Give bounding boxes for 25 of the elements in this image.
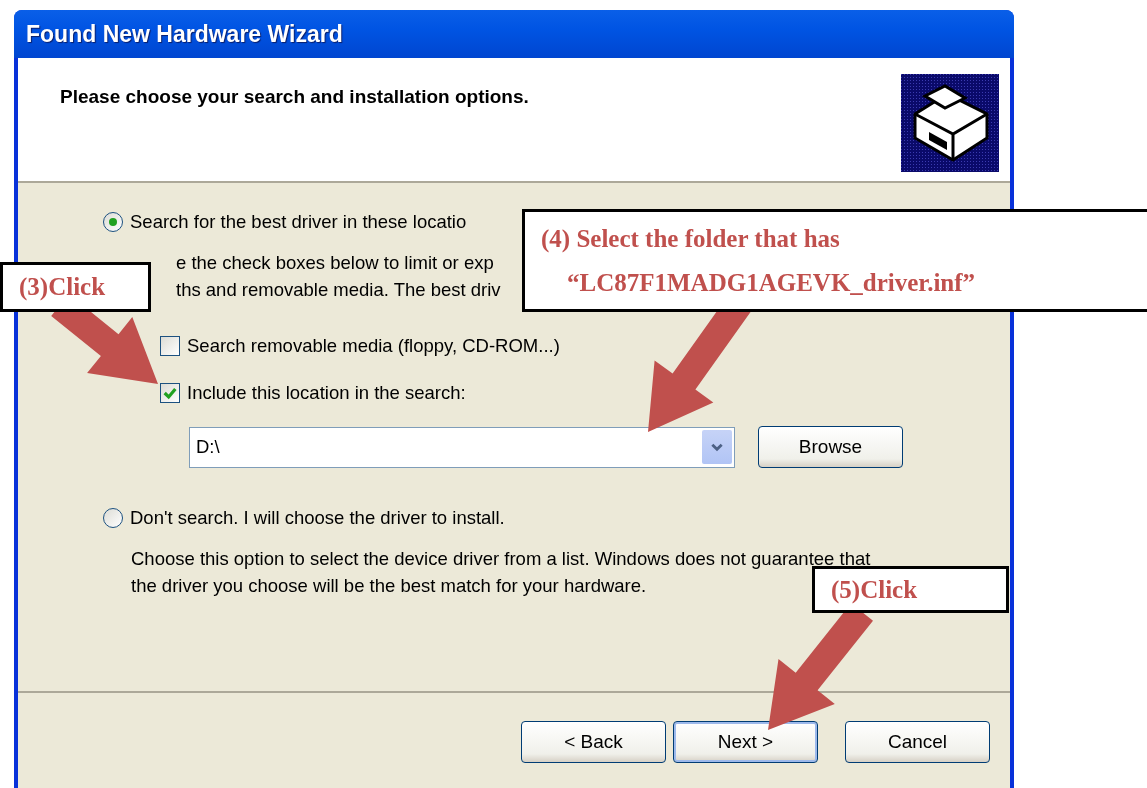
callout-text: (3)Click	[19, 272, 106, 303]
location-combobox[interactable]: D:\	[189, 426, 735, 468]
radio-button[interactable]	[103, 212, 123, 232]
checkbox[interactable]	[160, 383, 180, 403]
callout-text: (5)Click	[831, 574, 918, 606]
radio-label[interactable]: Search for the best driver in these locatio	[130, 211, 467, 233]
radio-button[interactable]	[103, 508, 123, 528]
wizard-button[interactable]: Next >	[673, 721, 818, 763]
browse-button[interactable]: Browse	[758, 426, 903, 468]
callout-text: (4) Select the folder that has	[541, 223, 840, 255]
description-text: Choose this option to select the device driver from a list. Windows does not guarantee that	[131, 547, 871, 571]
dropdown-button[interactable]	[702, 430, 732, 464]
wizard-button[interactable]: Cancel	[845, 721, 990, 763]
description-text: ths and removable media. The best driv	[176, 278, 501, 302]
window-title: Found New Hardware Wizard	[26, 20, 343, 48]
wizard-button[interactable]: < Back	[521, 721, 666, 763]
callout-text: “LC87F1MADG1AGEVK_driver.inf”	[567, 267, 976, 298]
radio-label[interactable]: Don't search. I will choose the driver to install.	[130, 507, 505, 529]
description-text: e the check boxes below to limit or exp	[176, 251, 494, 275]
checkbox[interactable]	[160, 336, 180, 356]
description-text: the driver you choose will be the best match for your hardware.	[131, 574, 647, 598]
hardware-icon	[901, 74, 999, 172]
checkbox-label[interactable]: Search removable media (floppy, CD-ROM...)	[187, 335, 560, 357]
checkbox-label[interactable]: Include this location in the search:	[187, 382, 466, 404]
page-heading: Please choose your search and installation options.	[60, 86, 529, 108]
